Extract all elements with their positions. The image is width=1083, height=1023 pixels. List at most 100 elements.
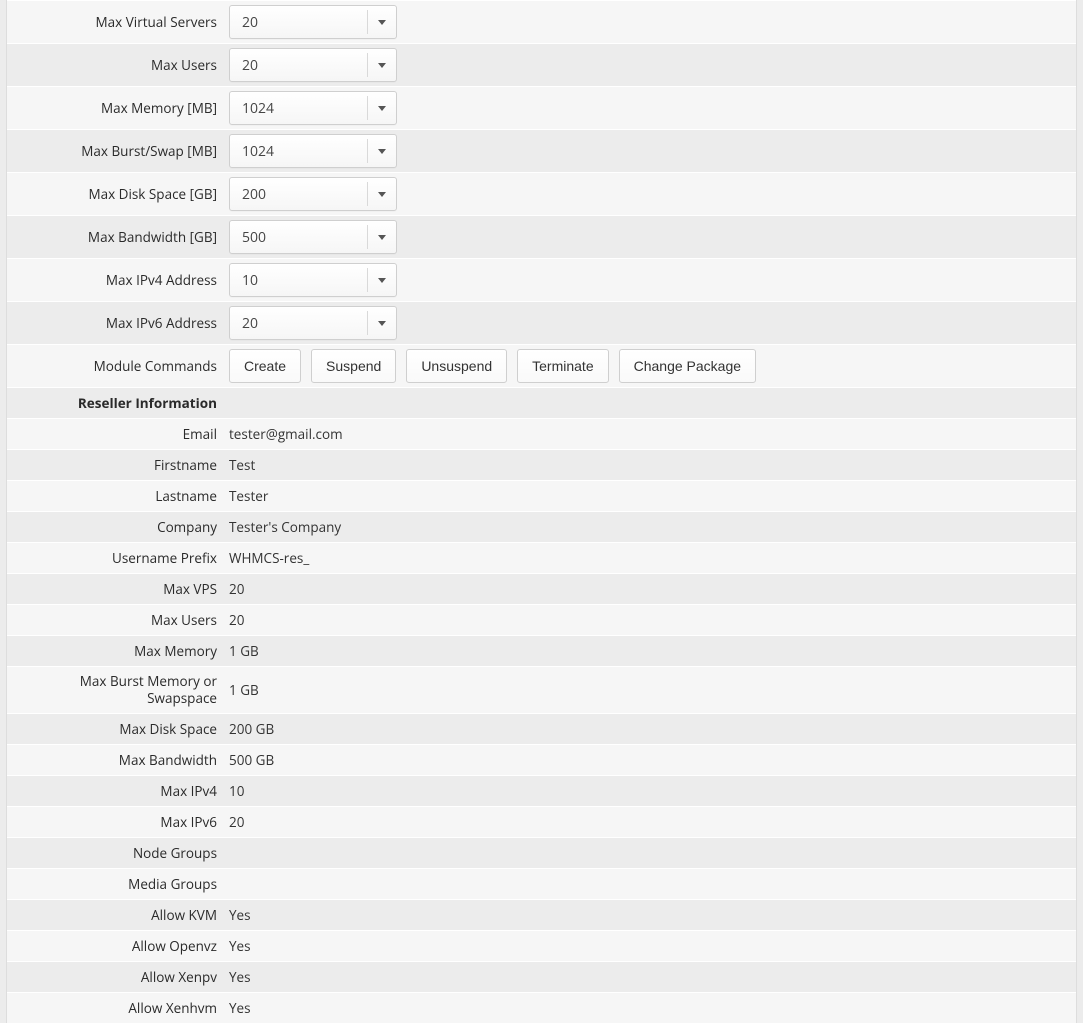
field-label: Max Disk Space: [7, 720, 225, 738]
field-label: Max Users: [7, 56, 225, 74]
config-row: Max Memory [MB]1024: [7, 86, 1076, 129]
dropdown-value: 1024: [242, 142, 274, 161]
info-row: Max IPv620: [7, 806, 1076, 837]
field-controls: 20: [225, 306, 397, 340]
field-value: Yes: [225, 906, 251, 924]
dropdown-select[interactable]: 20: [229, 5, 397, 39]
command-button[interactable]: Terminate: [517, 349, 608, 383]
chevron-down-icon: [378, 63, 386, 68]
dropdown-separator: [367, 96, 368, 120]
field-label: Username Prefix: [7, 549, 225, 567]
field-label: Max VPS: [7, 580, 225, 598]
info-row: Max Users20: [7, 604, 1076, 635]
info-row: Max Bandwidth500 GB: [7, 744, 1076, 775]
info-row: Max Burst Memory or Swapspace1 GB: [7, 666, 1076, 713]
module-commands-row: Module CommandsCreate Suspend Unsuspend Ter…: [7, 344, 1076, 387]
field-label: Max IPv6: [7, 813, 225, 831]
field-label: Allow Openvz: [7, 937, 225, 955]
field-value: 200 GB: [225, 720, 274, 738]
field-value: 1 GB: [225, 642, 259, 660]
field-label: Firstname: [7, 456, 225, 474]
field-controls: 1024: [225, 134, 397, 168]
dropdown-select[interactable]: 1024: [229, 134, 397, 168]
field-controls: 200: [225, 177, 397, 211]
field-label: Allow Xenhvm: [7, 999, 225, 1017]
field-value: Tester's Company: [225, 518, 341, 536]
field-label: Max IPv4 Address: [7, 271, 225, 289]
chevron-down-icon: [378, 235, 386, 240]
dropdown-separator: [367, 10, 368, 34]
dropdown-separator: [367, 53, 368, 77]
field-label: Media Groups: [7, 875, 225, 893]
info-row: Username PrefixWHMCS-res_: [7, 542, 1076, 573]
field-label: Max Bandwidth [GB]: [7, 228, 225, 246]
info-row: Max VPS20: [7, 573, 1076, 604]
config-row: Max IPv4 Address 10: [7, 258, 1076, 301]
info-row: Max Disk Space200 GB: [7, 713, 1076, 744]
info-row: Media Groups: [7, 868, 1076, 899]
button-group: Create Suspend Unsuspend Terminate Change Pa…: [225, 349, 756, 383]
dropdown-select[interactable]: 200: [229, 177, 397, 211]
dropdown-select[interactable]: 20: [229, 48, 397, 82]
field-value: 20: [225, 580, 244, 598]
config-row: Max Virtual Servers 20: [7, 0, 1076, 43]
field-label: Email: [7, 425, 225, 443]
info-row: LastnameTester: [7, 480, 1076, 511]
dropdown-separator: [367, 268, 368, 292]
chevron-down-icon: [378, 192, 386, 197]
field-value: 20: [225, 611, 244, 629]
command-button[interactable]: Unsuspend: [406, 349, 507, 383]
chevron-down-icon: [378, 321, 386, 326]
dropdown-value: 20: [242, 314, 258, 333]
command-button[interactable]: Suspend: [311, 349, 396, 383]
dropdown-select[interactable]: 10: [229, 263, 397, 297]
field-value: Yes: [225, 968, 251, 986]
field-label: Max Burst Memory or Swapspace: [7, 673, 225, 707]
field-label: Module Commands: [7, 357, 225, 375]
info-row: Allow KVMYes: [7, 899, 1076, 930]
dropdown-separator: [367, 311, 368, 335]
dropdown-value: 200: [242, 185, 266, 204]
field-label: Max IPv6 Address: [7, 314, 225, 332]
field-label: Max Virtual Servers: [7, 13, 225, 31]
config-row: Max Bandwidth [GB]500: [7, 215, 1076, 258]
dropdown-value: 20: [242, 56, 258, 75]
info-row: Emailtester@gmail.com: [7, 418, 1076, 449]
config-row: Max IPv6 Address 20: [7, 301, 1076, 344]
field-label: Allow KVM: [7, 906, 225, 924]
field-value: Test: [225, 456, 255, 474]
field-value: 20: [225, 813, 244, 831]
field-value: Yes: [225, 937, 251, 955]
field-controls: 1024: [225, 91, 397, 125]
dropdown-separator: [367, 139, 368, 163]
field-label: Company: [7, 518, 225, 536]
info-row: Node Groups: [7, 837, 1076, 868]
info-row: Allow OpenvzYes: [7, 930, 1076, 961]
chevron-down-icon: [378, 278, 386, 283]
config-row: Max Disk Space [GB] 200: [7, 172, 1076, 215]
command-button[interactable]: Change Package: [619, 349, 756, 383]
dropdown-select[interactable]: 1024: [229, 91, 397, 125]
field-label: Lastname: [7, 487, 225, 505]
field-value: tester@gmail.com: [225, 425, 343, 443]
info-row: Max Memory1 GB: [7, 635, 1076, 666]
field-label: Max Burst/Swap [MB]: [7, 142, 225, 160]
info-row: Allow XenpvYes: [7, 961, 1076, 992]
dropdown-select[interactable]: 500: [229, 220, 397, 254]
field-value: 10: [225, 782, 244, 800]
field-label: Allow Xenpv: [7, 968, 225, 986]
dropdown-value: 20: [242, 13, 258, 32]
config-row: Max Users 20: [7, 43, 1076, 86]
field-label: Max IPv4: [7, 782, 225, 800]
dropdown-value: 10: [242, 271, 258, 290]
field-value: Yes: [225, 999, 251, 1017]
dropdown-select[interactable]: 20: [229, 306, 397, 340]
field-controls: 10: [225, 263, 397, 297]
dropdown-value: 1024: [242, 99, 274, 118]
info-row: Allow XenhvmYes: [7, 992, 1076, 1023]
field-label: Max Bandwidth: [7, 751, 225, 769]
info-row: FirstnameTest: [7, 449, 1076, 480]
field-label: Max Disk Space [GB]: [7, 185, 225, 203]
chevron-down-icon: [378, 20, 386, 25]
command-button[interactable]: Create: [229, 349, 301, 383]
